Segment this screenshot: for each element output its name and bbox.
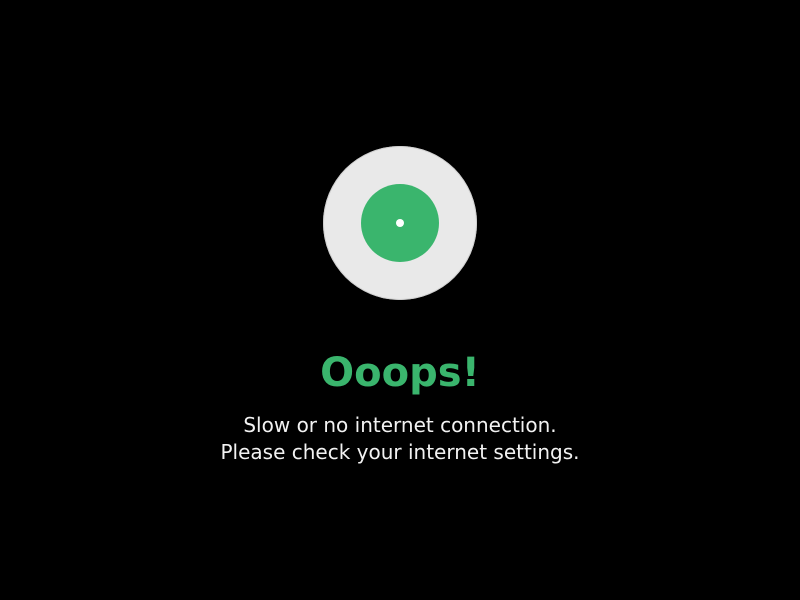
- error-title: Ooops!: [320, 350, 480, 396]
- error-message-line-1: Slow or no internet connection.: [243, 413, 557, 437]
- vinyl-disc-icon: [323, 146, 477, 300]
- disc-spindle-hole: [396, 219, 404, 227]
- error-message: Slow or no internet connection. Please c…: [0, 412, 800, 466]
- disc-label: [361, 184, 439, 262]
- offline-error-screen: Ooops! Slow or no internet connection. P…: [0, 0, 800, 600]
- error-message-line-2: Please check your internet settings.: [220, 440, 580, 464]
